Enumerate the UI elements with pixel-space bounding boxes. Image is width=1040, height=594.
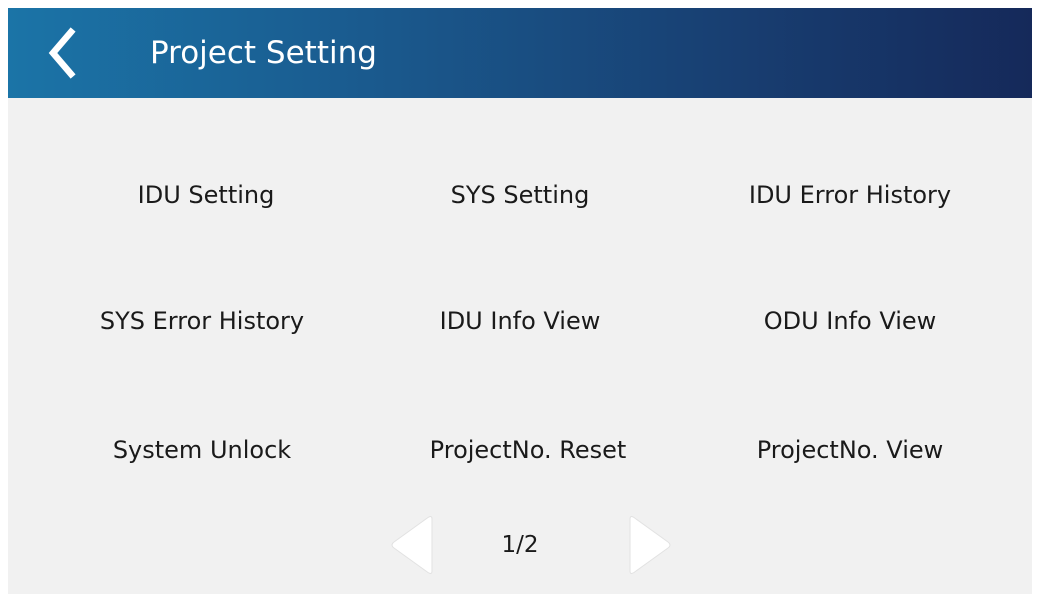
idu-setting-button[interactable]: IDU Setting <box>56 155 356 235</box>
menu-grid: IDU Setting SYS Setting IDU Error Histor… <box>8 118 1032 508</box>
screen: Project Setting IDU Setting SYS Setting … <box>8 8 1032 594</box>
projectno-reset-button[interactable]: ProjectNo. Reset <box>378 410 678 490</box>
pager: 1/2 <box>8 508 1032 588</box>
projectno-view-button[interactable]: ProjectNo. View <box>700 410 1000 490</box>
triangle-left-icon <box>391 516 433 574</box>
back-button[interactable] <box>38 22 88 84</box>
sys-setting-button[interactable]: SYS Setting <box>370 155 670 235</box>
page-indicator: 1/2 <box>501 532 539 558</box>
idu-error-history-button[interactable]: IDU Error History <box>700 155 1000 235</box>
prev-page-button[interactable] <box>386 515 446 575</box>
odu-info-view-button[interactable]: ODU Info View <box>700 281 1000 361</box>
header-bar: Project Setting <box>8 8 1032 98</box>
next-page-button[interactable] <box>616 515 676 575</box>
system-unlock-button[interactable]: System Unlock <box>52 410 352 490</box>
sys-error-history-button[interactable]: SYS Error History <box>52 281 352 361</box>
page-title: Project Setting <box>150 35 377 71</box>
chevron-left-icon <box>48 27 76 79</box>
idu-info-view-button[interactable]: IDU Info View <box>370 281 670 361</box>
triangle-right-icon <box>629 516 671 574</box>
